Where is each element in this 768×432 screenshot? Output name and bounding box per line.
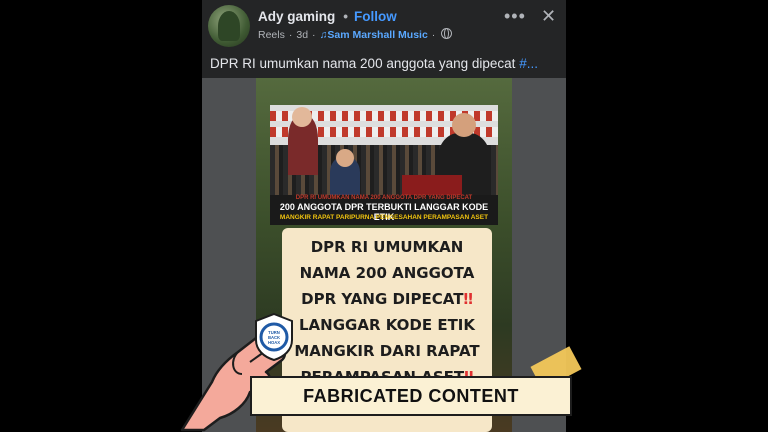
source-label[interactable]: Reels	[258, 29, 285, 41]
caption-hashtag[interactable]: #...	[519, 56, 538, 71]
music-link[interactable]: Sam Marshall Music	[327, 29, 427, 41]
overlay-line-1: DPR RI UMUMKAN	[310, 238, 464, 256]
caption-text: DPR RI umumkan nama 200 anggota yang dip…	[210, 56, 520, 71]
news-banner: DPR RI UMUMKAN NAMA 200 ANGGOTA DPR YANG…	[270, 195, 498, 225]
verdict-banner: FABRICATED CONTENT	[250, 376, 572, 416]
overlay-line-5: MANGKIR DARI RAPAT	[294, 342, 480, 360]
author-row: Ady gaming • Follow	[258, 9, 397, 24]
overlay-line-4: LANGGAR KODE ETIK	[298, 316, 476, 334]
verdict-label: FABRICATED CONTENT	[303, 386, 519, 406]
close-icon[interactable]: ✕	[541, 6, 556, 27]
overlay-line-2: NAMA 200 ANGGOTA	[299, 264, 475, 282]
banner-small-text: DPR RI UMUMKAN NAMA 200 ANGGOTA DPR YANG…	[295, 195, 473, 201]
overlay-line-3: DPR YANG DIPECAT‼	[301, 290, 473, 308]
separator-dot: •	[343, 9, 348, 24]
post-header: Ady gaming • Follow Reels · 3d · ♫Sam Marshall…	[202, 0, 566, 50]
banner-subtext: MANGKIR RAPAT PARIPURNA PENGESAHAN PERAM…	[279, 214, 489, 221]
post-caption: DPR RI umumkan nama 200 anggota yang dip…	[210, 56, 560, 71]
post-meta: Reels · 3d · ♫Sam Marshall Music ·	[258, 28, 453, 41]
svg-text:HOAX: HOAX	[268, 340, 280, 345]
follow-button[interactable]: Follow	[354, 9, 397, 24]
author-name[interactable]: Ady gaming	[258, 9, 335, 24]
globe-icon	[441, 28, 453, 39]
avatar[interactable]	[208, 5, 250, 47]
more-options-icon[interactable]: •••	[504, 6, 526, 27]
turn-back-hoax-badge: TURN BACK HOAX	[255, 312, 293, 362]
post-age[interactable]: 3d	[296, 29, 308, 41]
news-photo	[270, 105, 498, 195]
